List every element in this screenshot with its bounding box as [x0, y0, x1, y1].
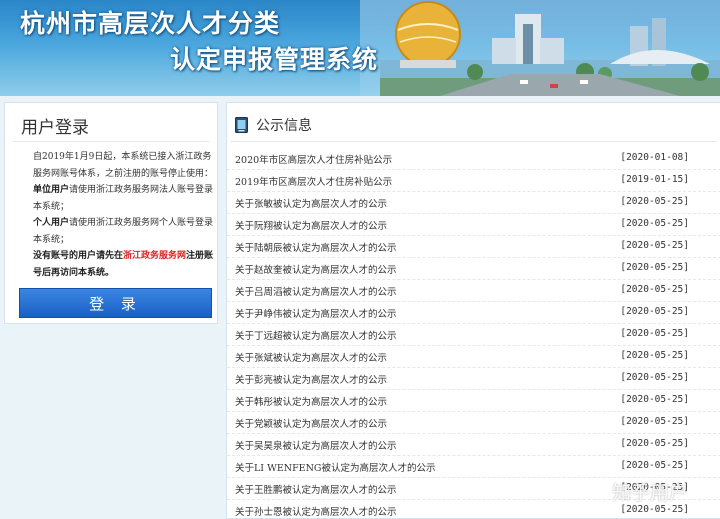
announcement-item-title[interactable]: 关于丁远超被认定为高层次人才的公示 [235, 328, 397, 342]
announcement-item-date: [2020-05-25] [620, 196, 689, 207]
announcement-item[interactable]: 关于阮翔被认定为高层次人才的公示 [2020-05-25] [227, 214, 720, 236]
personal-label: 个人用户 [33, 218, 70, 228]
announcement-item[interactable]: 关于吕周滔被认定为高层次人才的公示 [2020-05-25] [227, 280, 720, 302]
announcement-item[interactable]: 2019年市区高层次人才住房补贴公示 [2019-01-15] [227, 170, 720, 192]
announcement-item-date: [2020-05-25] [620, 460, 689, 471]
announcement-item-title[interactable]: 关于吴昊泉被认定为高层次人才的公示 [235, 438, 397, 452]
announcement-item-title[interactable]: 关于党颖被认定为高层次人才的公示 [235, 416, 387, 430]
announcement-item-date: [2020-05-25] [620, 284, 689, 295]
announcement-item-title[interactable]: 关于孙士恩被认定为高层次人才的公示 [235, 504, 397, 518]
notice-intro: 自2019年1月9日起，本系统已接入浙江政务服务网账号体系，之前注册的账号停止使… [33, 152, 214, 179]
document-icon [235, 117, 248, 133]
announcement-item-date: [2020-05-25] [620, 328, 689, 339]
announcement-item[interactable]: 关于尹峥伟被认定为高层次人才的公示 [2020-05-25] [227, 302, 720, 324]
announcement-item-date: [2020-01-08] [620, 152, 689, 163]
announcement-item[interactable]: 关于陆朝辰被认定为高层次人才的公示 [2020-05-25] [227, 236, 720, 258]
city-skyline-image [380, 1, 720, 96]
announcement-header: 公示信息 [235, 115, 312, 135]
announcement-item[interactable]: 2020年市区高层次人才住房补贴公示 [2020-01-08] [227, 148, 720, 170]
login-divider [13, 141, 209, 142]
announcement-panel: 公示信息 2020年市区高层次人才住房补贴公示 [2020-01-08] 2019年… [226, 102, 720, 519]
announcement-item-title[interactable]: 关于LI WENFENG被认定为高层次人才的公示 [235, 460, 436, 474]
announcement-item-title[interactable]: 关于韩彤被认定为高层次人才的公示 [235, 394, 387, 408]
watermark: 知乎用户 [612, 482, 689, 504]
announcement-item-date: [2020-05-25] [620, 416, 689, 427]
announcement-item[interactable]: 关于张斌被认定为高层次人才的公示 [2020-05-25] [227, 346, 720, 368]
announcement-item-title[interactable]: 关于陆朝辰被认定为高层次人才的公示 [235, 240, 397, 254]
announcement-title: 公示信息 [256, 118, 312, 134]
announcement-item-date: [2020-05-25] [620, 218, 689, 229]
announcement-item-title[interactable]: 关于赵故奎被认定为高层次人才的公示 [235, 262, 397, 276]
system-title-line1: 杭州市高层次人才分类 [20, 9, 281, 38]
announcement-item-date: [2020-05-25] [620, 372, 689, 383]
announcement-item-date: [2020-05-25] [620, 306, 689, 317]
announcement-item[interactable]: 关于彭亮被认定为高层次人才的公示 [2020-05-25] [227, 368, 720, 390]
announcement-item-title[interactable]: 关于彭亮被认定为高层次人才的公示 [235, 372, 387, 386]
no-account-text-a: 没有账号的用户请先在 [33, 251, 124, 261]
login-panel: 用户登录 自2019年1月9日起，本系统已接入浙江政务服务网账号体系，之前注册的… [4, 102, 218, 324]
announcement-item-date: [2020-05-25] [620, 504, 689, 515]
header-banner: 杭州市高层次人才分类 认定申报管理系统 [0, 0, 720, 96]
notice-no-account: 没有账号的用户请先在浙江政务服务网注册账号后再访问本系统。 [19, 248, 215, 281]
announcement-item-date: [2020-05-25] [620, 240, 689, 251]
announcement-item-title[interactable]: 关于张敏被认定为高层次人才的公示 [235, 196, 387, 210]
announcement-item[interactable]: 关于张敏被认定为高层次人才的公示 [2020-05-25] [227, 192, 720, 214]
notice-personal: 个人用户请使用浙江政务服务网个人账号登录本系统； [19, 215, 215, 248]
announcement-item-title[interactable]: 2020年市区高层次人才住房补贴公示 [235, 152, 392, 166]
announcement-item-title[interactable]: 关于吕周滔被认定为高层次人才的公示 [235, 284, 397, 298]
announcement-list: 2020年市区高层次人才住房补贴公示 [2020-01-08] 2019年市区高层次… [227, 148, 720, 519]
announcement-item-title[interactable]: 关于尹峥伟被认定为高层次人才的公示 [235, 306, 397, 320]
login-button[interactable]: 登 录 [19, 288, 212, 318]
announcement-divider [231, 141, 716, 142]
announcement-item-title[interactable]: 关于阮翔被认定为高层次人才的公示 [235, 218, 387, 232]
login-title: 用户登录 [21, 118, 89, 138]
announcement-item[interactable]: 关于丁远超被认定为高层次人才的公示 [2020-05-25] [227, 324, 720, 346]
notice-unit: 单位用户请使用浙江政务服务网法人账号登录本系统； [19, 182, 215, 215]
unit-label: 单位用户 [33, 185, 70, 195]
announcement-item[interactable]: 关于LI WENFENG被认定为高层次人才的公示 [2020-05-25] [227, 456, 720, 478]
announcement-item-date: [2020-05-25] [620, 438, 689, 449]
login-notice: 自2019年1月9日起，本系统已接入浙江政务服务网账号体系，之前注册的账号停止使… [19, 149, 215, 281]
announcement-item-title[interactable]: 2019年市区高层次人才住房补贴公示 [235, 174, 392, 188]
announcement-item-date: [2019-01-15] [620, 174, 689, 185]
announcement-item-date: [2020-05-25] [620, 394, 689, 405]
system-title-line2: 认定申报管理系统 [170, 45, 379, 74]
announcement-item[interactable]: 关于韩彤被认定为高层次人才的公示 [2020-05-25] [227, 390, 720, 412]
announcement-item[interactable]: 关于吴昊泉被认定为高层次人才的公示 [2020-05-25] [227, 434, 720, 456]
announcement-item-title[interactable]: 关于王胜鹏被认定为高层次人才的公示 [235, 482, 397, 496]
zjzwfw-link[interactable]: 浙江政务服务网 [123, 251, 186, 261]
announcement-item[interactable]: 关于党颖被认定为高层次人才的公示 [2020-05-25] [227, 412, 720, 434]
announcement-item-title[interactable]: 关于张斌被认定为高层次人才的公示 [235, 350, 387, 364]
announcement-item[interactable]: 关于赵故奎被认定为高层次人才的公示 [2020-05-25] [227, 258, 720, 280]
announcement-item-date: [2020-05-25] [620, 350, 689, 361]
announcement-item-date: [2020-05-25] [620, 262, 689, 273]
